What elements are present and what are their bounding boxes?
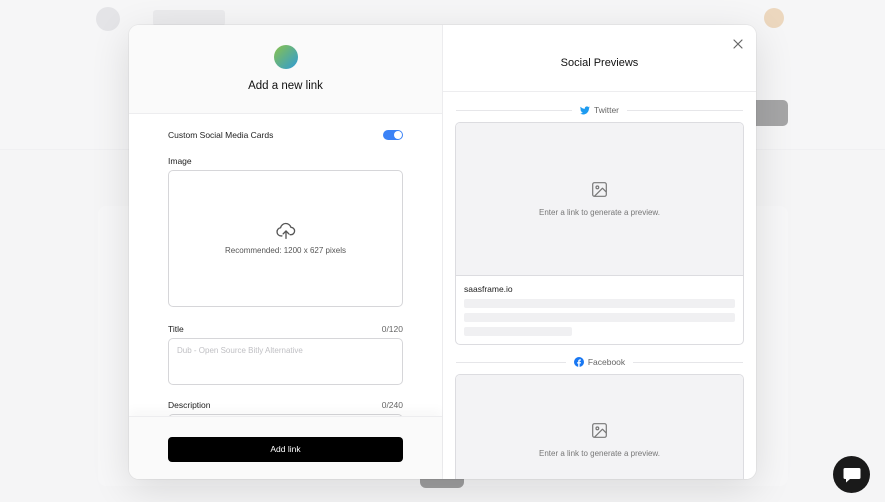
image-label-row: Image [168, 156, 403, 166]
facebook-icon [573, 357, 584, 367]
image-label: Image [168, 156, 192, 166]
image-icon [592, 423, 607, 438]
twitter-section-header: Twitter [456, 103, 743, 117]
image-hint: Recommended: 1200 x 627 pixels [225, 246, 346, 255]
previews-title: Social Previews [560, 57, 639, 69]
toggle-knob [394, 131, 402, 139]
description-label-row: Description 0/240 [168, 400, 403, 410]
link-form-panel: Add a new link Custom Social Media Cards… [129, 25, 443, 479]
facebook-placeholder-text: Enter a link to generate a preview. [539, 449, 660, 458]
twitter-preview-card: Enter a link to generate a preview. saas… [455, 122, 744, 345]
description-char-count: 0/240 [381, 400, 403, 410]
form-footer: Add link [129, 416, 442, 479]
title-label-row: Title 0/120 [168, 324, 403, 334]
add-link-button[interactable]: Add link [168, 437, 403, 462]
custom-cards-label: Custom Social Media Cards [168, 130, 274, 140]
title-char-count: 0/120 [381, 324, 403, 334]
divider [633, 361, 743, 363]
custom-cards-toggle[interactable] [383, 130, 403, 140]
twitter-placeholder-text: Enter a link to generate a preview. [539, 208, 660, 217]
skeleton-line [464, 313, 735, 322]
title-input[interactable]: Dub - Open Source Bitly Alternative [168, 338, 403, 385]
modal-title: Add a new link [248, 80, 323, 92]
custom-cards-row: Custom Social Media Cards [168, 127, 403, 143]
image-icon [592, 182, 607, 197]
form-header: Add a new link [129, 25, 442, 114]
facebook-section-header: Facebook [456, 355, 743, 369]
facebook-label-group: Facebook [566, 357, 633, 367]
add-link-modal: Add a new link Custom Social Media Cards… [129, 25, 756, 479]
chat-widget-button[interactable] [833, 456, 870, 493]
facebook-preview-image: Enter a link to generate a preview. [456, 375, 743, 479]
facebook-preview-card: Enter a link to generate a preview. [455, 374, 744, 479]
skeleton-line [464, 299, 735, 308]
app-logo [273, 45, 298, 69]
twitter-icon [579, 105, 590, 114]
upload-cloud-icon [275, 222, 295, 240]
title-label: Title [168, 324, 184, 334]
twitter-label-group: Twitter [572, 105, 627, 115]
facebook-label: Facebook [587, 357, 626, 367]
twitter-preview-meta: saasframe.io [456, 276, 743, 344]
description-label: Description [168, 400, 211, 410]
divider [627, 109, 743, 111]
chat-icon [843, 467, 860, 482]
divider [456, 109, 572, 111]
social-previews-panel: Social Previews Twitter Enter a link to … [443, 25, 756, 479]
previews-header: Social Previews [443, 25, 756, 92]
divider [456, 361, 566, 363]
preview-domain: saasframe.io [464, 284, 513, 294]
skeleton-line [464, 327, 573, 336]
image-upload-dropzone[interactable]: Recommended: 1200 x 627 pixels [168, 170, 403, 307]
form-body: Custom Social Media Cards Image Recommen… [129, 114, 442, 434]
twitter-label: Twitter [593, 105, 620, 115]
close-icon[interactable] [733, 39, 743, 49]
twitter-preview-image: Enter a link to generate a preview. [456, 123, 743, 276]
